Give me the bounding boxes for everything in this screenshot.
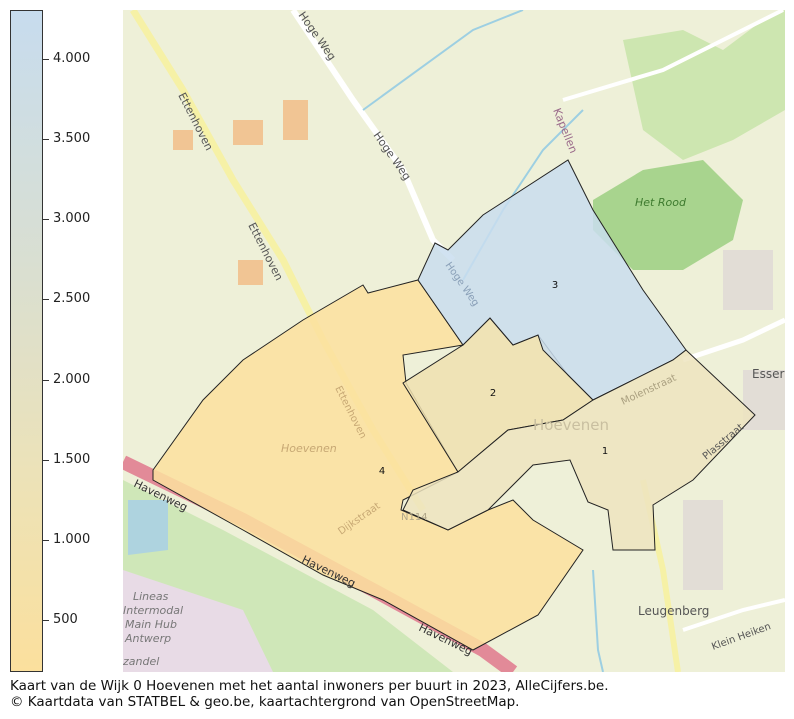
- colorbar-tick-label: 2.000: [53, 372, 91, 387]
- colorbar-tick-label: 1.500: [53, 452, 91, 467]
- building: [173, 130, 193, 150]
- map-area[interactable]: 1 2 3 4 Hoge Weg Hoge Weg Hoge Weg Etten…: [123, 10, 785, 672]
- place-label: Hoevenen: [281, 442, 337, 455]
- map-caption-line-2: © Kaartdata van STATBEL & geo.be, kaarta…: [10, 694, 520, 710]
- colorbar-tick: [43, 299, 49, 300]
- colorbar-tick: [43, 540, 49, 541]
- place-label: Hoevenen: [533, 416, 609, 434]
- place-label: Het Rood: [635, 196, 687, 209]
- place-label: Antwerp: [124, 632, 171, 645]
- colorbar-tick: [43, 380, 49, 381]
- colorbar-tick-label: 3.500: [53, 131, 91, 146]
- colorbar-tick-label: 3.000: [53, 211, 91, 226]
- region-label-3: 3: [552, 280, 558, 291]
- region-label-1: 1: [602, 446, 608, 457]
- place-label: Lineas: [133, 590, 169, 603]
- place-label: Leugenberg: [638, 604, 709, 618]
- building: [283, 100, 308, 140]
- building: [723, 250, 773, 310]
- colorbar-legend: [10, 10, 43, 672]
- place-label: zandel: [123, 655, 159, 668]
- colorbar-tick-label: 500: [53, 612, 78, 627]
- map-caption-line-1: Kaart van de Wijk 0 Hoevenen met het aan…: [10, 678, 609, 694]
- building: [233, 120, 263, 145]
- colorbar-tick: [43, 620, 49, 621]
- colorbar-tick: [43, 59, 49, 60]
- building: [683, 500, 723, 590]
- road-number-label: N114: [401, 512, 428, 523]
- colorbar-tick-label: 2.500: [53, 291, 91, 306]
- water-body: [128, 500, 168, 555]
- region-label-4: 4: [379, 466, 385, 477]
- colorbar-tick: [43, 460, 49, 461]
- place-label: Intermodal: [123, 604, 183, 617]
- colorbar-tick: [43, 219, 49, 220]
- colorbar-tick-label: 4.000: [53, 51, 91, 66]
- place-label: Main Hub: [125, 618, 177, 631]
- region-label-2: 2: [490, 388, 496, 399]
- colorbar-tick-label: 1.000: [53, 532, 91, 547]
- colorbar-tick: [43, 139, 49, 140]
- building: [238, 260, 263, 285]
- place-label: Esser: [752, 367, 784, 381]
